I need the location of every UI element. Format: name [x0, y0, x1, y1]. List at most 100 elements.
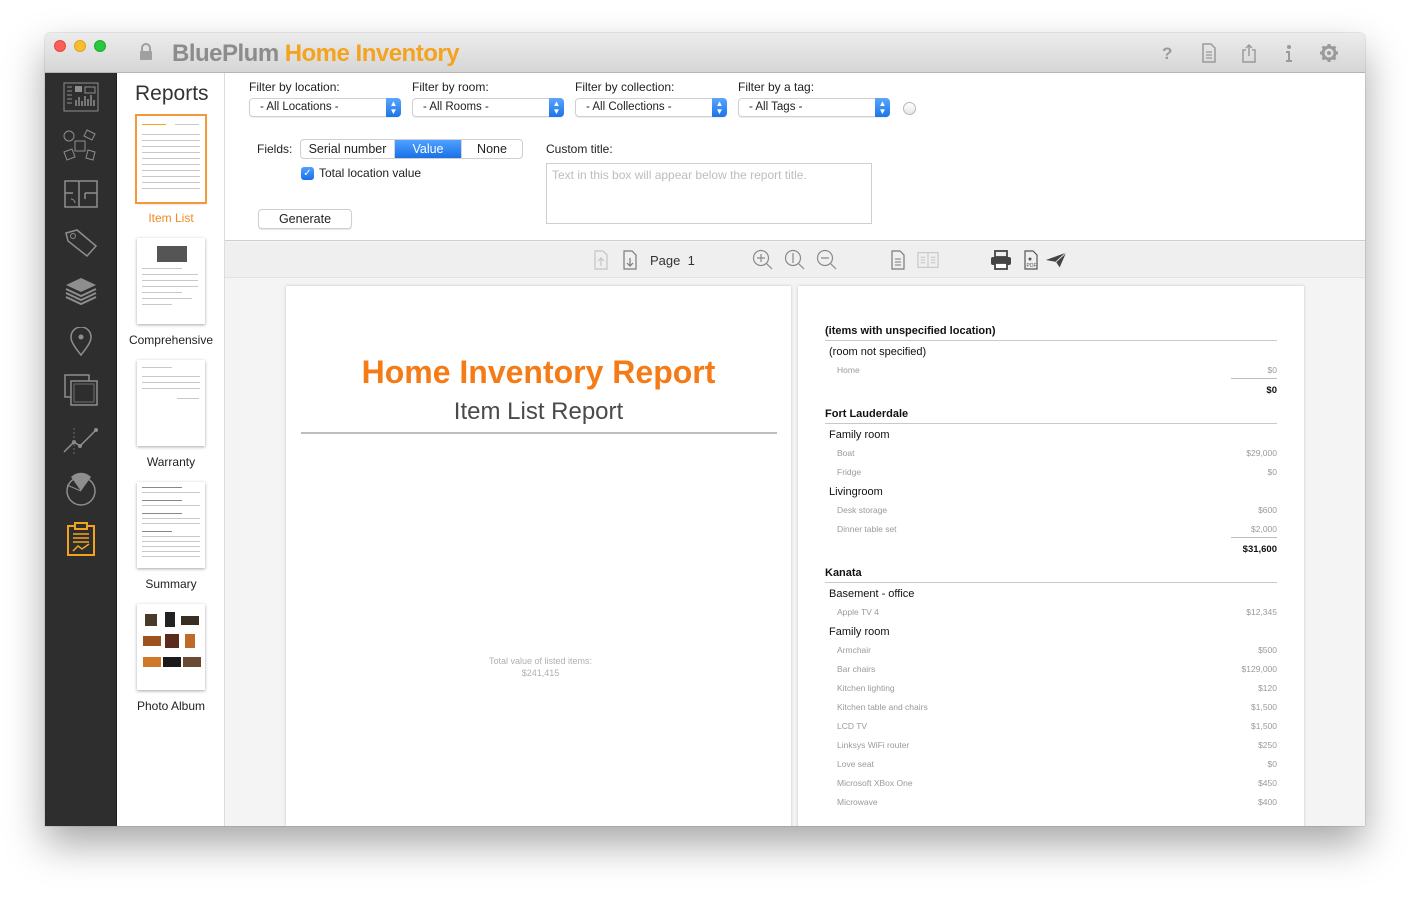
- app-product-name: Home Inventory: [284, 40, 460, 67]
- module-sidebar: [45, 73, 117, 826]
- fields-segmented-control: Serial number Value None: [300, 139, 523, 159]
- info-icon[interactable]: [1279, 43, 1299, 63]
- report-label-summary[interactable]: Summary: [117, 577, 225, 591]
- location-pin-icon[interactable]: [61, 324, 101, 360]
- location-total: $0: [1266, 385, 1277, 396]
- report-thumbnail-photo-album[interactable]: [137, 604, 205, 690]
- filter-tag-select[interactable]: - All Tags - ▲ ▼: [738, 98, 890, 117]
- report-label-warranty[interactable]: Warranty: [117, 455, 225, 469]
- location-heading: Fort Lauderdale: [825, 408, 909, 420]
- report-page-2: (items with unspecified location) (room n…: [798, 286, 1304, 826]
- chevron-updown-icon: ▲ ▼: [875, 98, 890, 117]
- total-location-value-row: ✓ Total location value: [301, 166, 421, 180]
- report-page-1: Home Inventory Report Item List Report T…: [286, 286, 791, 826]
- tag-filter-radio[interactable]: [903, 102, 916, 115]
- report-thumbnail-summary[interactable]: [137, 482, 205, 568]
- fields-label: Fields:: [257, 142, 293, 156]
- location-divider: [825, 582, 1277, 583]
- report-subtitle: Item List Report: [453, 398, 624, 425]
- subtotal-divider: [1231, 537, 1277, 538]
- single-page-icon[interactable]: [887, 249, 909, 271]
- items-icon[interactable]: [61, 128, 101, 164]
- report-thumbnail-item-list[interactable]: [135, 114, 207, 204]
- filter-location-label: Filter by location:: [249, 80, 340, 94]
- viewer-toolbar: Page 1 PDF: [225, 242, 1365, 278]
- actual-size-icon[interactable]: [784, 249, 806, 271]
- generate-button[interactable]: Generate: [258, 209, 352, 229]
- location-divider: [825, 340, 1277, 341]
- field-option-value[interactable]: Value: [395, 140, 462, 158]
- clipboard-report-icon[interactable]: [61, 521, 101, 557]
- chevron-updown-icon: ▲ ▼: [712, 98, 727, 117]
- room-heading: (room not specified): [829, 346, 927, 358]
- filter-location-select[interactable]: - All Locations - ▲ ▼: [249, 98, 401, 117]
- field-option-none[interactable]: None: [462, 140, 522, 158]
- print-icon[interactable]: [990, 249, 1012, 271]
- title-bar: BluePlum Home Inventory ?: [45, 33, 1365, 73]
- pdf-export-icon[interactable]: PDF: [1020, 249, 1042, 271]
- filter-collection-select[interactable]: - All Collections - ▲ ▼: [575, 98, 727, 117]
- next-page-icon[interactable]: [619, 249, 641, 271]
- document-icon[interactable]: [1199, 43, 1219, 63]
- filter-tag-label: Filter by a tag:: [738, 80, 815, 94]
- item-name: Microwave: [837, 797, 878, 807]
- subtotal-divider: [1231, 378, 1277, 379]
- dashboard-icon[interactable]: [61, 79, 101, 115]
- custom-title-input[interactable]: Text in this box will appear below the r…: [546, 163, 872, 224]
- chevron-updown-icon: ▲ ▼: [549, 98, 564, 117]
- field-option-serial-number[interactable]: Serial number: [301, 140, 395, 158]
- help-icon[interactable]: ?: [1157, 43, 1177, 63]
- total-location-value-label[interactable]: Total location value: [319, 166, 421, 180]
- zoom-out-icon[interactable]: [816, 249, 838, 271]
- item-name: Apple TV 4: [837, 607, 879, 617]
- item-value: $0: [1267, 365, 1277, 375]
- tag-icon[interactable]: [61, 225, 101, 261]
- item-value: $0: [1267, 759, 1277, 769]
- item-value: $12,345: [1246, 607, 1277, 617]
- previous-page-icon[interactable]: [590, 249, 612, 271]
- filter-room-select[interactable]: - All Rooms - ▲ ▼: [412, 98, 564, 117]
- share-icon[interactable]: [1239, 43, 1259, 63]
- total-value-label: Total value of listed items:: [488, 656, 593, 666]
- close-window-button[interactable]: [54, 40, 66, 52]
- item-value: $450: [1258, 778, 1277, 788]
- minimize-window-button[interactable]: [74, 40, 86, 52]
- page-label: Page: [650, 253, 681, 268]
- two-page-icon[interactable]: [917, 249, 939, 271]
- gear-icon[interactable]: [1319, 43, 1339, 63]
- layers-icon[interactable]: [61, 274, 101, 310]
- svg-text:?: ?: [1162, 44, 1172, 62]
- room-heading: Family room: [829, 626, 890, 638]
- photos-icon[interactable]: [61, 372, 101, 408]
- item-value: $250: [1258, 740, 1277, 750]
- report-options-panel: Filter by location: - All Locations - ▲ ▼…: [225, 73, 1365, 241]
- item-name: Bar chairs: [837, 664, 876, 674]
- item-name: Desk storage: [837, 505, 888, 515]
- lock-icon[interactable]: [139, 43, 153, 61]
- item-name: Dinner table set: [837, 524, 897, 534]
- item-name: Kitchen table and chairs: [837, 702, 928, 712]
- zoom-in-icon[interactable]: [752, 249, 774, 271]
- report-label-comprehensive[interactable]: Comprehensive: [117, 333, 225, 347]
- item-name: LCD TV: [837, 721, 868, 731]
- zoom-window-button[interactable]: [94, 40, 106, 52]
- send-icon[interactable]: [1045, 249, 1067, 271]
- report-label-photo-album[interactable]: Photo Album: [117, 699, 225, 713]
- app-brand: BluePlum: [172, 40, 279, 67]
- report-title: Home Inventory Report: [361, 354, 716, 390]
- floorplan-icon[interactable]: [61, 176, 101, 212]
- report-label-item-list[interactable]: Item List: [117, 211, 225, 225]
- filter-room-label: Filter by room:: [412, 80, 489, 94]
- item-value: $0: [1267, 467, 1277, 477]
- total-location-value-checkbox[interactable]: ✓: [301, 166, 314, 180]
- location-divider: [825, 423, 1277, 424]
- chart-line-icon[interactable]: [61, 422, 101, 458]
- item-value: $500: [1258, 645, 1277, 655]
- item-value: $29,000: [1246, 448, 1277, 458]
- filter-collection-value: - All Collections -: [586, 101, 672, 113]
- report-thumbnail-comprehensive[interactable]: [137, 238, 205, 324]
- item-name: Kitchen lighting: [837, 683, 895, 693]
- report-thumbnail-warranty[interactable]: [137, 360, 205, 446]
- pie-chart-icon[interactable]: [61, 471, 101, 507]
- room-heading: Livingroom: [829, 486, 883, 498]
